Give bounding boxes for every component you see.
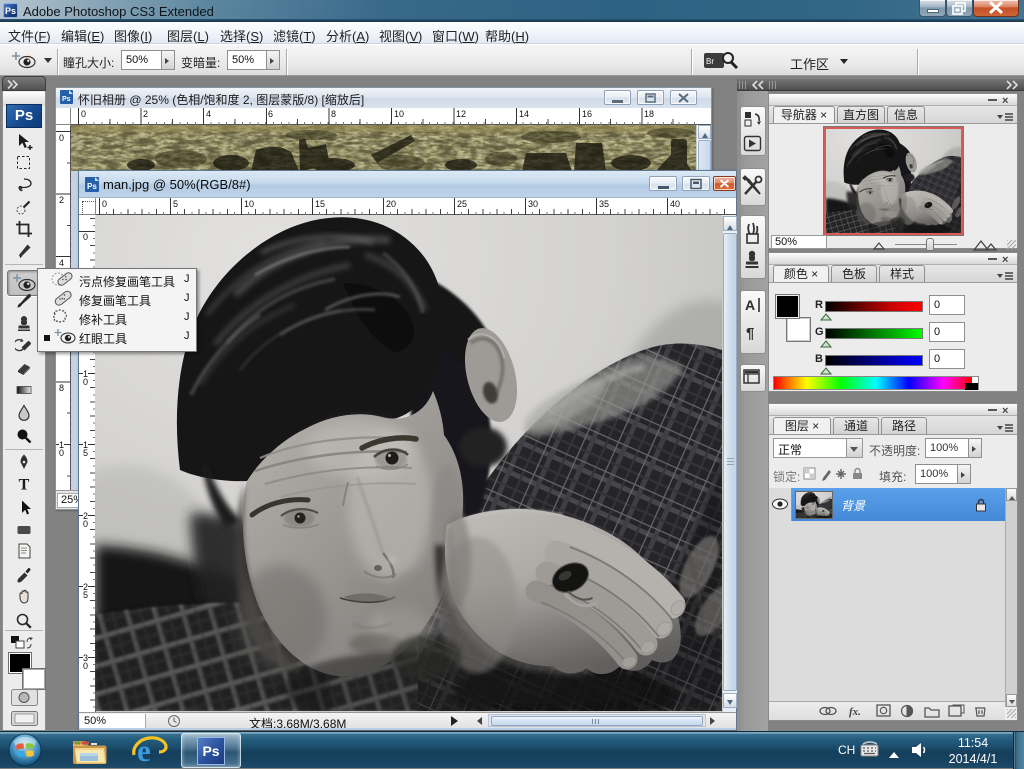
- svg-text:Ps: Ps: [87, 182, 97, 191]
- svg-text:¶: ¶: [746, 325, 754, 342]
- svg-text:T: T: [19, 477, 30, 494]
- svg-text:Br: Br: [706, 57, 714, 66]
- svg-text:A: A: [745, 297, 755, 313]
- svg-text:fx.: fx.: [849, 706, 861, 718]
- svg-text:Ps: Ps: [62, 96, 71, 103]
